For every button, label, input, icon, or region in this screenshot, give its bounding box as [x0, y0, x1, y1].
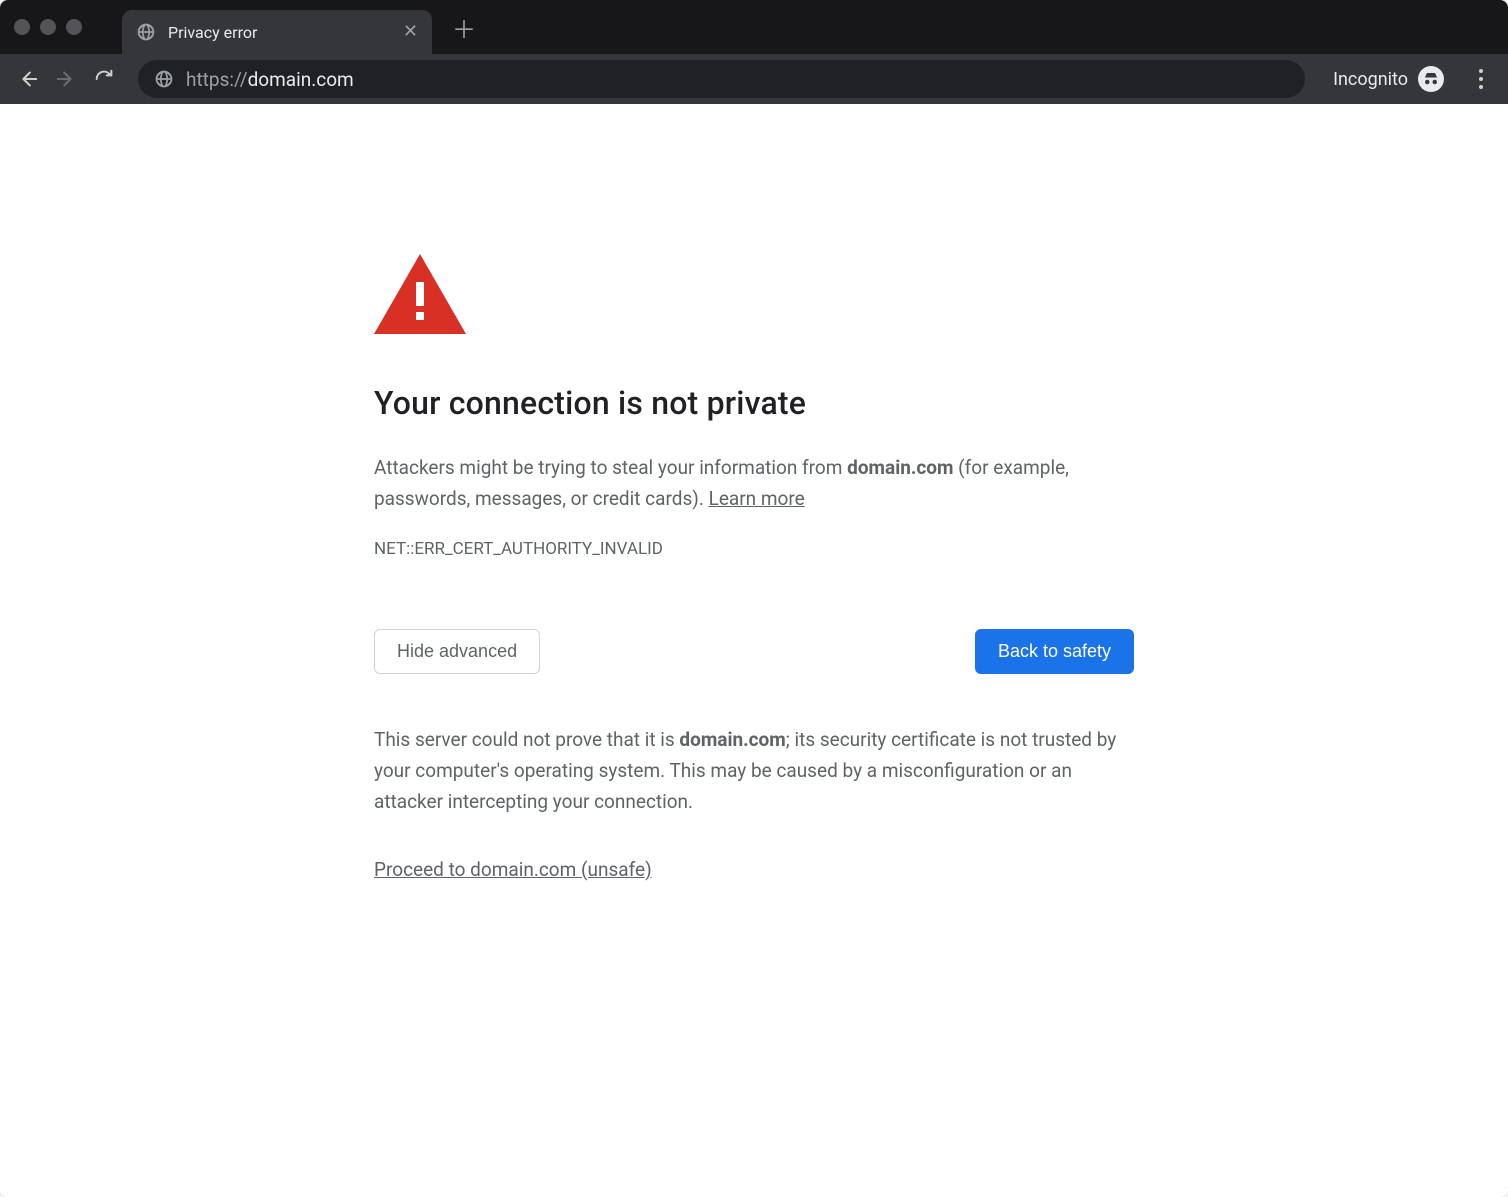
site-info-icon[interactable] [154, 69, 174, 89]
close-tab-icon[interactable]: ✕ [403, 23, 418, 41]
security-interstitial: Your connection is not private Attackers… [354, 104, 1154, 941]
window-controls [14, 19, 82, 35]
url-text: https://domain.com [186, 68, 354, 91]
new-tab-button[interactable]: ＋ [452, 10, 476, 45]
button-row: Hide advanced Back to safety [374, 629, 1134, 674]
page-viewport: Your connection is not private Attackers… [0, 104, 1508, 1197]
warning-paragraph: Attackers might be trying to steal your … [374, 452, 1134, 515]
warning-domain: domain.com [847, 456, 953, 479]
browser-tab[interactable]: Privacy error ✕ [122, 10, 432, 54]
advanced-domain: domain.com [679, 728, 785, 751]
incognito-indicator[interactable]: Incognito [1325, 66, 1452, 92]
advanced-text-prefix: This server could not prove that it is [374, 728, 679, 751]
reload-button[interactable] [90, 65, 118, 93]
warning-triangle-icon [374, 254, 1134, 334]
incognito-icon [1418, 66, 1444, 92]
learn-more-link[interactable]: Learn more [709, 487, 805, 510]
tab-title: Privacy error [168, 23, 391, 42]
back-to-safety-button[interactable]: Back to safety [975, 629, 1134, 674]
warning-text-prefix: Attackers might be trying to steal your … [374, 456, 847, 479]
globe-icon [136, 22, 156, 42]
url-protocol: https:// [186, 68, 248, 91]
forward-button[interactable] [52, 65, 80, 93]
page-title: Your connection is not private [374, 384, 1134, 422]
address-bar[interactable]: https://domain.com [138, 60, 1305, 98]
browser-window: Privacy error ✕ ＋ https://domain.com Inc… [0, 0, 1508, 1197]
toolbar: https://domain.com Incognito [0, 54, 1508, 104]
error-code: NET::ERR_CERT_AUTHORITY_INVALID [374, 539, 1134, 559]
close-window-button[interactable] [14, 19, 30, 35]
titlebar: Privacy error ✕ ＋ [0, 0, 1508, 54]
hide-advanced-button[interactable]: Hide advanced [374, 629, 540, 674]
advanced-explanation: This server could not prove that it is d… [374, 724, 1134, 818]
back-button[interactable] [14, 65, 42, 93]
proceed-unsafe-link[interactable]: Proceed to domain.com (unsafe) [374, 858, 652, 881]
browser-menu-button[interactable] [1468, 69, 1494, 89]
minimize-window-button[interactable] [40, 19, 56, 35]
incognito-label: Incognito [1333, 69, 1408, 90]
url-host: domain.com [248, 68, 354, 91]
maximize-window-button[interactable] [66, 19, 82, 35]
